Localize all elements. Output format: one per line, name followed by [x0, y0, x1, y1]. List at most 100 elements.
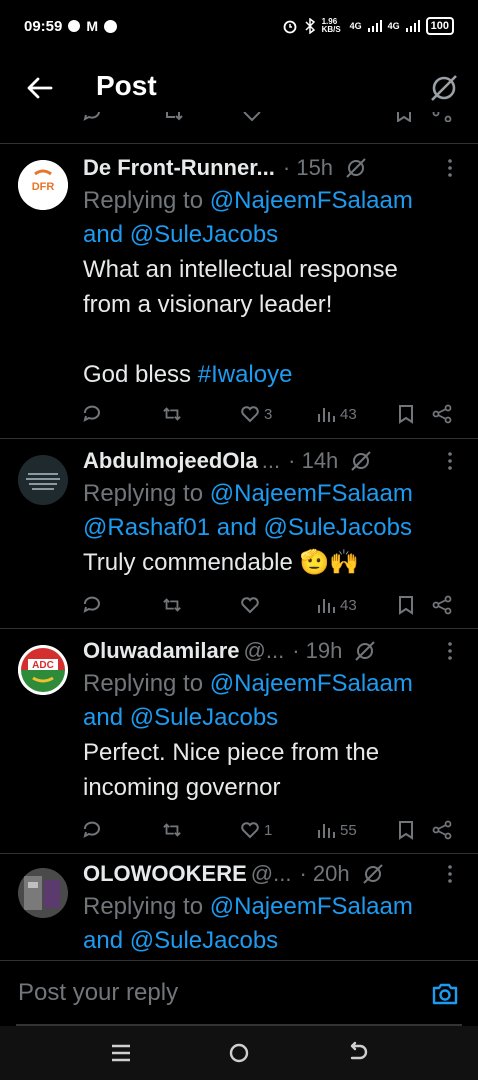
like-icon[interactable] [242, 112, 262, 122]
status-bar: 09:59 M 1.96 KB/S 4G 4G 100 [0, 0, 478, 52]
post-time[interactable]: · 15h [283, 155, 333, 181]
reply-header: AbdulmojeedOla ... · 14h [83, 445, 464, 477]
signal-icon [367, 20, 382, 32]
mention-link[interactable]: @NajeemFSalaam [210, 893, 413, 920]
bookmark-button[interactable] [396, 816, 416, 844]
share-button[interactable] [432, 400, 452, 428]
alarm-icon [283, 20, 297, 34]
reply-item[interactable]: OLOWOOKERE @... · 20h Replying to @Najee… [0, 854, 478, 960]
bookmark-button[interactable] [396, 400, 416, 428]
arrow-left-icon [27, 77, 53, 99]
hashtag-link[interactable]: #Iwaloye [198, 361, 293, 388]
like-button[interactable]: 1 [240, 816, 272, 844]
post-time[interactable]: · 20h [299, 861, 349, 887]
menu-icon[interactable] [108, 1040, 134, 1066]
reply-item[interactable]: DFR De Front-Runner... · 15h Replying to… [0, 144, 478, 438]
mention-link[interactable]: @Rashaf01 [83, 514, 210, 541]
author-name[interactable]: De Front-Runner... [83, 155, 275, 181]
reply-body: OLOWOOKERE @... · 20h Replying to @Najee… [83, 858, 464, 958]
share-button[interactable] [432, 816, 452, 844]
mention-link[interactable]: @NajeemFSalaam [210, 670, 413, 697]
reply-button[interactable] [82, 816, 102, 844]
svg-text:ADC: ADC [32, 660, 54, 671]
repost-icon[interactable] [162, 112, 184, 122]
replying-prefix: Replying to [83, 670, 210, 697]
reply-button[interactable] [82, 400, 102, 428]
share-icon [432, 404, 452, 424]
reply-icon[interactable] [82, 112, 102, 122]
reply-header: De Front-Runner... · 15h [83, 152, 464, 184]
bookmark-icon [399, 596, 413, 615]
mention-link[interactable]: @SuleJacobs [130, 221, 278, 248]
connector-text: and [83, 704, 130, 731]
reply-icon [83, 596, 100, 613]
mention-link[interactable]: @SuleJacobs [130, 927, 278, 954]
grok-icon[interactable] [354, 640, 376, 662]
more-options-icon[interactable] [440, 451, 460, 471]
action-bar: 3 43 [80, 400, 462, 428]
avatar[interactable]: DFR [18, 160, 68, 210]
author-name[interactable]: AbdulmojeedOla [83, 448, 258, 474]
reply-button[interactable] [82, 591, 102, 619]
mention-link[interactable]: @SuleJacobs [264, 514, 412, 541]
bookmark-icon [399, 405, 413, 424]
avatar-text-image-icon [18, 455, 68, 505]
author-handle[interactable]: @... [244, 638, 285, 664]
reply-header: Oluwadamilare @... · 19h [83, 635, 464, 667]
author-name[interactable]: Oluwadamilare [83, 638, 240, 664]
bookmark-icon[interactable] [396, 112, 412, 122]
mention-link[interactable]: @NajeemFSalaam [210, 187, 413, 214]
camera-icon[interactable] [430, 979, 460, 1009]
reply-input[interactable]: Post your reply [18, 979, 178, 1007]
views-button[interactable]: 55 [316, 816, 357, 844]
heart-icon [241, 406, 259, 423]
more-options-icon[interactable] [440, 158, 460, 178]
avatar[interactable] [18, 455, 68, 505]
post-time[interactable]: · 14h [288, 448, 338, 474]
grok-icon[interactable] [350, 450, 372, 472]
author-handle[interactable]: ... [262, 448, 280, 474]
gmail-icon: M [86, 18, 99, 34]
reply-item[interactable]: AbdulmojeedOla ... · 14h Replying to @Na… [0, 439, 478, 628]
reply-item[interactable]: ADC Oluwadamilare @... · 19h Replying to… [0, 629, 478, 853]
reply-body: Oluwadamilare @... · 19h Replying to @Na… [83, 635, 464, 805]
repost-icon [163, 598, 181, 612]
author-handle[interactable]: @... [251, 861, 292, 887]
back-button[interactable] [22, 70, 58, 106]
views-button[interactable]: 43 [316, 400, 357, 428]
views-button[interactable]: 43 [316, 591, 357, 619]
repost-button[interactable] [162, 816, 182, 844]
reply-body: AbdulmojeedOla ... · 14h Replying to @Na… [83, 445, 464, 580]
repost-button[interactable] [162, 591, 182, 619]
more-options-icon[interactable] [440, 641, 460, 661]
author-name[interactable]: OLOWOOKERE [83, 861, 247, 887]
grok-icon[interactable] [362, 863, 384, 885]
bookmark-icon [399, 821, 413, 840]
reply-composer: Post your reply [0, 960, 478, 1026]
back-nav-icon[interactable] [344, 1040, 370, 1066]
like-button[interactable]: 3 [240, 400, 272, 428]
replying-to: Replying to @NajeemFSalaam and @SuleJaco… [83, 890, 464, 958]
reply-icon [83, 821, 100, 838]
share-button[interactable] [432, 591, 452, 619]
grok-icon[interactable] [345, 157, 367, 179]
like-button[interactable] [240, 591, 264, 619]
mention-link[interactable]: @SuleJacobs [130, 704, 278, 731]
share-icon[interactable] [432, 112, 452, 122]
like-count: 1 [264, 821, 273, 839]
reply-header: OLOWOOKERE @... · 20h [83, 858, 464, 890]
more-options-icon[interactable] [440, 864, 460, 884]
avatar[interactable]: ADC [18, 645, 68, 695]
view-count: 43 [340, 405, 357, 423]
views-icon [318, 599, 335, 613]
post-time[interactable]: · 19h [292, 638, 342, 664]
avatar-photo-icon [18, 868, 68, 918]
repost-button[interactable] [162, 400, 182, 428]
home-circle-icon[interactable] [226, 1040, 252, 1066]
post-text-line: from a visionary leader! [83, 291, 333, 318]
grok-icon[interactable] [428, 72, 460, 104]
chat-notification-icon [68, 20, 81, 32]
avatar[interactable] [18, 868, 68, 918]
mention-link[interactable]: @NajeemFSalaam [210, 480, 413, 507]
bookmark-button[interactable] [396, 591, 416, 619]
